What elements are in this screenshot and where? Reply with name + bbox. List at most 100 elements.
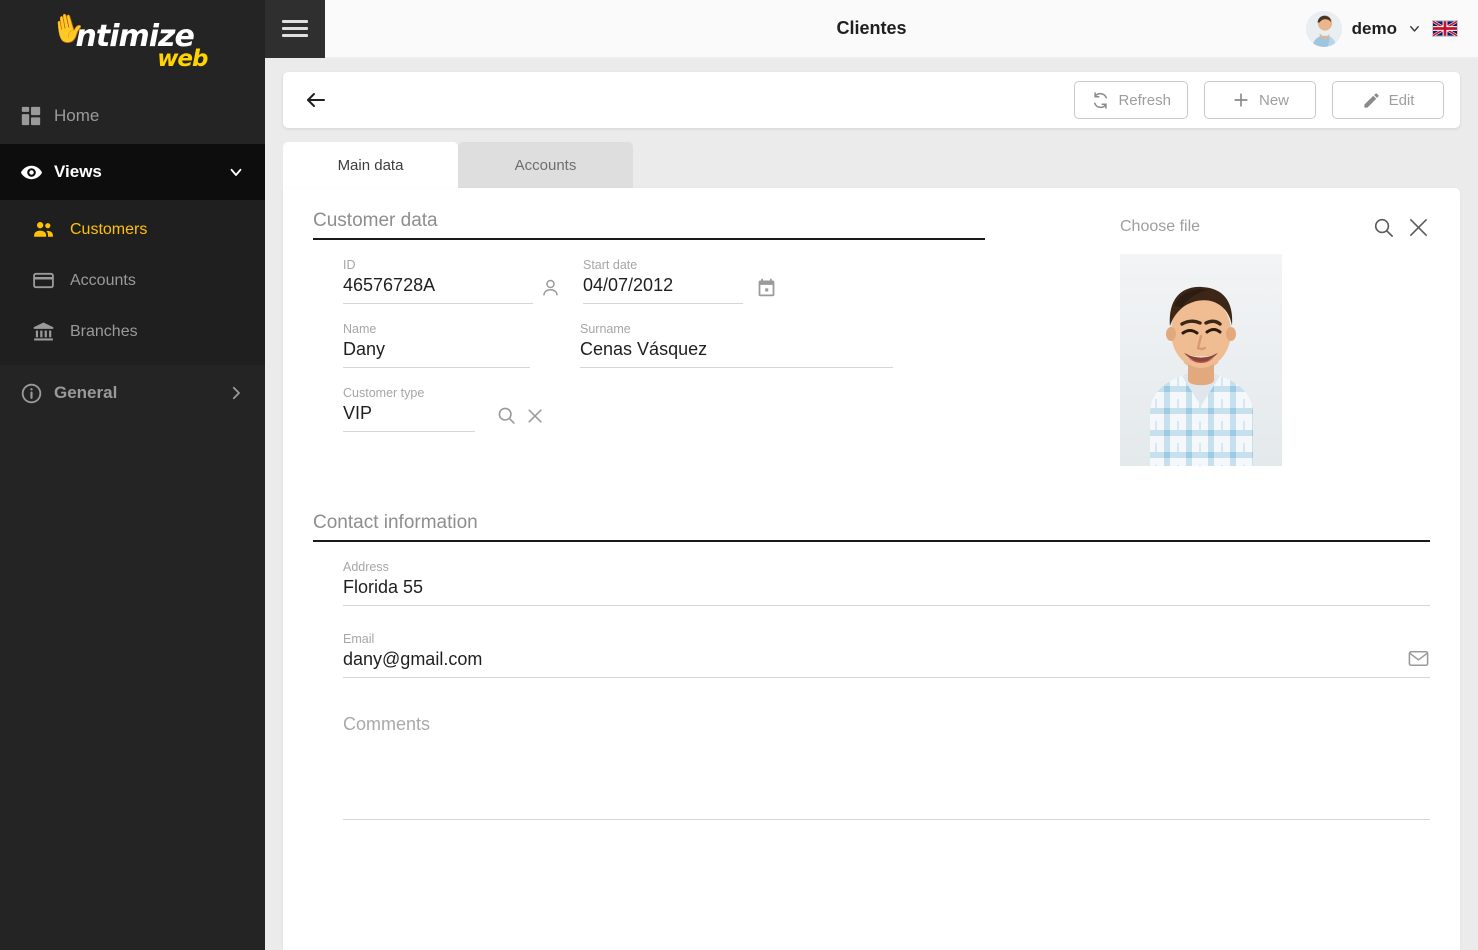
calendar-icon[interactable] bbox=[756, 277, 777, 298]
tab-main-data[interactable]: Main data bbox=[283, 142, 458, 188]
customer-data-section: Customer data bbox=[313, 210, 985, 240]
info-icon bbox=[20, 382, 54, 405]
email-icon[interactable] bbox=[1407, 647, 1430, 670]
contact-information-title: Contact information bbox=[313, 512, 478, 533]
field-name[interactable]: Name Dany bbox=[343, 304, 531, 368]
field-underline bbox=[580, 367, 893, 368]
refresh-button[interactable]: Refresh bbox=[1074, 81, 1188, 119]
tab-accounts[interactable]: Accounts bbox=[458, 142, 633, 188]
contact-information-fields: Address Florida 55 Email dany@gmail.com bbox=[313, 542, 1430, 820]
field-name-label: Name bbox=[343, 322, 377, 336]
field-name-value: Dany bbox=[343, 339, 386, 359]
field-address[interactable]: Address Florida 55 bbox=[343, 542, 1430, 606]
customer-data-title: Customer data bbox=[313, 210, 438, 231]
application-root: ✋ ntimize web Home Views Customers Accou… bbox=[0, 0, 1478, 950]
refresh-button-label: Refresh bbox=[1118, 91, 1171, 109]
sidebar-item-views[interactable]: Views bbox=[0, 144, 265, 200]
sidebar-item-accounts[interactable]: Accounts bbox=[0, 255, 265, 306]
sidebar-item-customers-label: Customers bbox=[70, 220, 148, 238]
avatar[interactable] bbox=[1305, 10, 1342, 47]
field-customer-type[interactable]: Customer type VIP bbox=[343, 368, 542, 432]
sidebar-item-general[interactable]: General bbox=[0, 365, 265, 421]
tab-accounts-label: Accounts bbox=[514, 156, 577, 174]
customer-photo[interactable] bbox=[1120, 254, 1282, 466]
app-logo[interactable]: ✋ ntimize web bbox=[0, 0, 265, 88]
main-data-panel: Customer data ID 46576728A Start date 04… bbox=[283, 188, 1460, 950]
sidebar-item-home[interactable]: Home bbox=[0, 88, 265, 144]
field-surname[interactable]: Surname Cenas Vásquez bbox=[580, 304, 893, 368]
field-address-label: Address bbox=[343, 560, 389, 574]
field-email-value: dany@gmail.com bbox=[343, 649, 483, 669]
eye-icon bbox=[20, 161, 54, 184]
field-underline bbox=[343, 431, 475, 432]
field-id[interactable]: ID 46576728A bbox=[343, 240, 558, 304]
people-icon bbox=[32, 218, 70, 241]
bank-icon bbox=[32, 320, 70, 343]
file-picker-actions bbox=[1372, 216, 1430, 239]
field-id-value: 46576728A bbox=[343, 275, 436, 295]
new-button-label: New bbox=[1258, 91, 1289, 109]
person-icon[interactable] bbox=[540, 277, 561, 298]
field-underline bbox=[343, 605, 1430, 606]
file-picker-header: Choose file bbox=[1120, 210, 1430, 244]
edit-button-label: Edit bbox=[1388, 91, 1415, 109]
row-name-surname: Name Dany Surname Cenas Vásquez bbox=[343, 304, 893, 368]
sidebar-item-branches-label: Branches bbox=[70, 322, 138, 340]
uk-flag-icon[interactable] bbox=[1432, 20, 1458, 37]
field-email[interactable]: Email dany@gmail.com bbox=[343, 614, 1430, 678]
arrow-left-icon bbox=[304, 88, 328, 112]
sidebar-item-views-label: Views bbox=[54, 162, 102, 181]
field-start-date-value: 04/07/2012 bbox=[583, 275, 674, 295]
chevron-down-icon bbox=[227, 163, 245, 181]
search-icon[interactable] bbox=[1372, 216, 1395, 239]
page-title: Clientes bbox=[836, 18, 907, 38]
field-comments-value[interactable] bbox=[343, 735, 1430, 819]
field-comments[interactable]: Comments bbox=[343, 714, 1430, 820]
sidebar: ✋ ntimize web Home Views Customers Accou… bbox=[0, 0, 265, 950]
customer-data-fields: ID 46576728A Start date 04/07/2012 Name … bbox=[313, 240, 893, 432]
field-underline bbox=[343, 677, 1430, 678]
field-surname-label: Surname bbox=[580, 322, 631, 336]
chevron-right-icon bbox=[227, 384, 245, 402]
hamburger-icon[interactable] bbox=[265, 0, 325, 58]
close-icon[interactable] bbox=[1407, 216, 1430, 239]
plus-icon bbox=[1231, 90, 1251, 110]
tab-bar: Main data Accounts bbox=[283, 142, 1460, 188]
field-surname-value: Cenas Vásquez bbox=[580, 339, 708, 359]
toolbar: Refresh New Edit bbox=[283, 72, 1460, 128]
field-start-date[interactable]: Start date 04/07/2012 bbox=[583, 240, 775, 304]
pencil-icon bbox=[1362, 91, 1381, 110]
refresh-icon bbox=[1091, 91, 1110, 110]
back-button[interactable] bbox=[297, 81, 335, 119]
contact-information-section: Contact information Address Florida 55 E… bbox=[313, 512, 1430, 820]
field-address-value: Florida 55 bbox=[343, 577, 424, 597]
field-customer-type-label: Customer type bbox=[343, 386, 425, 400]
sidebar-item-branches[interactable]: Branches bbox=[0, 306, 265, 357]
row-id-startdate: ID 46576728A Start date 04/07/2012 bbox=[343, 240, 893, 304]
sidebar-item-accounts-label: Accounts bbox=[70, 271, 136, 289]
search-icon[interactable] bbox=[496, 405, 517, 426]
credit-card-icon bbox=[32, 269, 70, 292]
field-email-label: Email bbox=[343, 632, 375, 646]
field-start-date-label: Start date bbox=[583, 258, 638, 272]
new-button[interactable]: New bbox=[1204, 81, 1316, 119]
field-customer-type-value: VIP bbox=[343, 403, 373, 423]
field-comments-label: Comments bbox=[343, 714, 431, 734]
top-bar-right: demo bbox=[1305, 10, 1478, 47]
dashboard-icon bbox=[20, 105, 54, 127]
row-customer-type: Customer type VIP bbox=[343, 368, 893, 432]
sidebar-item-home-label: Home bbox=[54, 106, 100, 125]
sidebar-item-customers[interactable]: Customers bbox=[0, 204, 265, 255]
tab-main-data-label: Main data bbox=[337, 156, 404, 174]
edit-button[interactable]: Edit bbox=[1332, 81, 1444, 119]
main-column: Clientes demo Refresh New Edit Main data… bbox=[265, 0, 1478, 950]
sidebar-submenu-views: Customers Accounts Branches bbox=[0, 200, 265, 365]
choose-file-label[interactable]: Choose file bbox=[1120, 218, 1200, 236]
toolbar-actions: Refresh New Edit bbox=[1074, 81, 1444, 119]
file-picker: Choose file bbox=[1120, 210, 1430, 466]
chevron-down-icon[interactable] bbox=[1407, 21, 1422, 36]
field-underline bbox=[343, 819, 1430, 820]
close-icon[interactable] bbox=[525, 406, 545, 426]
user-name: demo bbox=[1351, 18, 1397, 38]
logo-sub-text: web bbox=[157, 46, 208, 72]
